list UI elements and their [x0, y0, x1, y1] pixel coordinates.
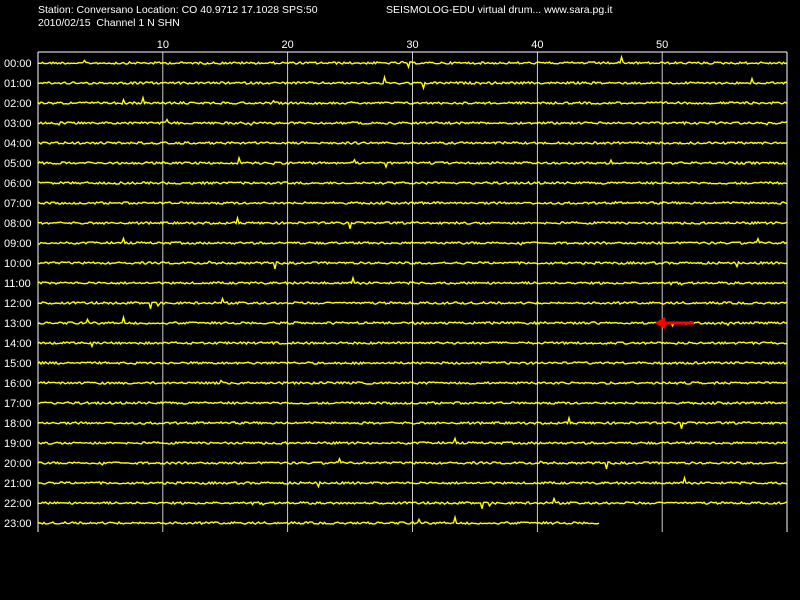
minute-tick-label: 40 [531, 39, 543, 51]
hour-label: 20:00 [4, 458, 32, 470]
trace-row [37, 514, 600, 526]
hour-label: 18:00 [4, 418, 32, 430]
trace-row [37, 400, 787, 406]
hour-label: 19:00 [4, 438, 32, 450]
minute-tick-label: 20 [282, 39, 294, 51]
minute-tick-label: 30 [406, 39, 418, 51]
hour-label: 17:00 [4, 398, 32, 410]
hour-label: 04:00 [4, 138, 32, 150]
hour-label: 06:00 [4, 178, 32, 190]
hour-label: 16:00 [4, 378, 32, 390]
hour-label: 08:00 [4, 218, 32, 230]
hour-label: 14:00 [4, 338, 32, 350]
event-marker [654, 317, 694, 329]
hour-label: 01:00 [4, 78, 32, 90]
hour-label: 22:00 [4, 498, 32, 510]
seismogram-drum: 10 20 30 40 50 00:00 01:00 02:00 03:00 04:00 05:0… [4, 39, 788, 532]
hour-label: 00:00 [4, 58, 32, 70]
hour-labels: 00:00 01:00 02:00 03:00 04:00 05:00 06:00 07:00… [4, 58, 32, 530]
hour-label: 11:00 [4, 278, 31, 290]
hour-label: 10:00 [4, 258, 32, 270]
hour-label: 12:00 [4, 298, 32, 310]
hour-label: 23:00 [4, 518, 32, 530]
minute-tick-label: 10 [157, 39, 169, 51]
hour-label: 02:00 [4, 98, 32, 110]
left-arrow-icon [654, 317, 665, 329]
minute-tick-labels: 10 20 30 40 50 [157, 39, 669, 51]
minute-tick-label: 50 [656, 39, 668, 51]
hour-label: 15:00 [4, 358, 32, 370]
hour-label: 21:00 [4, 478, 32, 490]
hour-label: 03:00 [4, 118, 32, 130]
hour-label: 07:00 [4, 198, 32, 210]
hour-label: 05:00 [4, 158, 32, 170]
hour-label: 09:00 [4, 238, 32, 250]
hour-label: 13:00 [4, 318, 32, 330]
